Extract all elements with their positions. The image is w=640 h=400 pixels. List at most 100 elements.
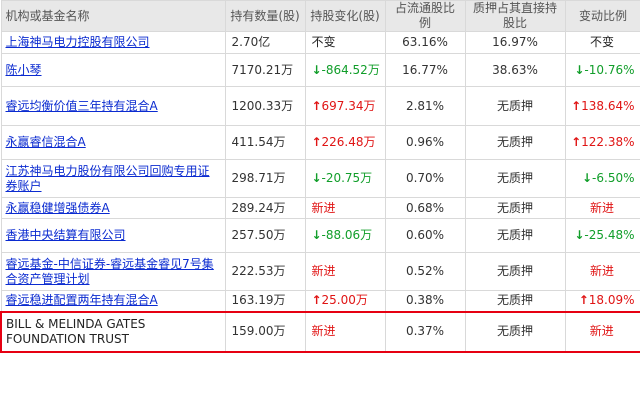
- share-change-value: 226.48万: [321, 135, 376, 149]
- share-change-value: 新进: [311, 324, 336, 338]
- pledge-ratio-cell: 无质押: [464, 86, 566, 126]
- holder-name-cell: 上海神马电力控股有限公司: [0, 31, 226, 54]
- table-header-row: 机构或基金名称 持有数量(股) 持股变化(股) 占流通股比例 质押占其直接持股比…: [0, 0, 640, 32]
- share-change-value: 697.34万: [321, 98, 376, 113]
- shares-held-cell: 257.50万: [224, 218, 306, 253]
- holder-name-cell: 江苏神马电力股份有限公司回购专用证券账户: [0, 159, 226, 198]
- change-ratio-cell: ↑122.38%: [564, 125, 640, 160]
- arrow-down-icon: ↓: [574, 62, 585, 77]
- change-ratio-value: 不变: [589, 35, 614, 49]
- shares-held-cell: 163.19万: [224, 290, 306, 312]
- holder-name-cell: 香港中央结算有限公司: [0, 218, 226, 253]
- float-ratio-cell: 2.81%: [384, 86, 466, 126]
- arrow-down-icon: ↓: [311, 228, 322, 242]
- holder-name-link[interactable]: 上海神马电力控股有限公司: [6, 35, 150, 49]
- change-ratio-cell: 新进: [564, 252, 640, 291]
- change-ratio-cell: 不变: [564, 31, 640, 54]
- pledge-ratio-cell: 无质押: [464, 197, 566, 219]
- holder-name-link[interactable]: 香港中央结算有限公司: [6, 228, 126, 242]
- change-ratio-cell: ↑18.09%: [564, 290, 640, 312]
- holder-name-link[interactable]: 睿远均衡价值三年持有混合A: [6, 99, 158, 113]
- table-row: 上海神马电力控股有限公司 2.70亿 不变 63.16% 16.97% 不变: [0, 31, 640, 54]
- table-body: 上海神马电力控股有限公司 2.70亿 不变 63.16% 16.97% 不变 陈小琴 7170…: [0, 31, 640, 353]
- share-change-value: -20.75万: [321, 171, 373, 185]
- pledge-ratio-cell: 无质押: [464, 218, 566, 253]
- shares-held-cell: 7170.21万: [224, 53, 306, 87]
- shareholder-table: 机构或基金名称 持有数量(股) 持股变化(股) 占流通股比例 质押占其直接持股比…: [0, 0, 640, 353]
- arrow-up-icon: ↑: [571, 98, 582, 113]
- float-ratio-cell: 0.37%: [384, 310, 466, 353]
- share-change-value: 不变: [311, 35, 336, 49]
- change-ratio-cell: ↓-25.48%: [564, 218, 640, 253]
- share-change-cell: 新进: [304, 197, 386, 219]
- pledge-ratio-cell: 无质押: [464, 290, 566, 312]
- shares-held-cell: 289.24万: [224, 197, 306, 219]
- holder-name-cell: 睿远均衡价值三年持有混合A: [0, 86, 226, 126]
- float-ratio-cell: 16.77%: [384, 53, 466, 87]
- float-ratio-cell: 0.60%: [384, 218, 466, 253]
- arrow-up-icon: ↑: [578, 293, 589, 308]
- holder-name-link[interactable]: 陈小琴: [6, 63, 42, 77]
- pledge-ratio-cell: 无质押: [464, 125, 566, 160]
- arrow-up-icon: ↑: [311, 293, 322, 308]
- change-ratio-value: 18.09%: [588, 293, 635, 308]
- holder-name-link[interactable]: 睿远稳进配置两年持有混合A: [6, 293, 158, 307]
- holder-name-link[interactable]: 永赢稳健增强债券A: [6, 201, 110, 215]
- table-row: 陈小琴 7170.21万 ↓-864.52万 16.77% 38.63% ↓-10.76%: [0, 53, 640, 87]
- change-ratio-cell: ↑138.64%: [564, 86, 640, 126]
- share-change-cell: 新进: [304, 252, 386, 291]
- column-header-shares: 持有数量(股): [224, 0, 306, 32]
- share-change-cell: ↓-20.75万: [304, 159, 386, 198]
- arrow-up-icon: ↑: [311, 135, 322, 149]
- arrow-up-icon: ↑: [311, 98, 322, 113]
- holder-name-cell: 陈小琴: [0, 53, 226, 87]
- table-row: 江苏神马电力股份有限公司回购专用证券账户 298.71万 ↓-20.75万 0.70%…: [0, 159, 640, 198]
- float-ratio-cell: 0.38%: [384, 290, 466, 312]
- arrow-down-icon: ↓: [311, 171, 322, 185]
- change-ratio-value: 新进: [589, 324, 614, 338]
- share-change-cell: ↑25.00万: [304, 290, 386, 312]
- change-ratio-value: 122.38%: [581, 135, 635, 149]
- holder-name-cell: 永赢稳健增强债券A: [0, 197, 226, 219]
- shares-held-cell: 411.54万: [224, 125, 306, 160]
- table-row: 睿远基金-中信证券-睿远基金睿见7号集合资产管理计划 222.53万 新进 0.52%…: [0, 252, 640, 291]
- arrow-down-icon: ↓: [582, 171, 593, 185]
- column-header-change: 持股变化(股): [304, 0, 386, 32]
- column-header-institution: 机构或基金名称: [0, 0, 226, 32]
- share-change-cell: 新进: [304, 310, 386, 353]
- table-row: 睿远均衡价值三年持有混合A 1200.33万 ↑697.34万 2.81% 无质押 ↑13…: [0, 86, 640, 126]
- share-change-value: 25.00万: [321, 293, 368, 308]
- change-ratio-value: 新进: [589, 264, 614, 278]
- shares-held-cell: 159.00万: [224, 310, 306, 353]
- change-ratio-cell: 新进: [564, 197, 640, 219]
- float-ratio-cell: 0.70%: [384, 159, 466, 198]
- share-change-cell: ↑697.34万: [304, 86, 386, 126]
- table-row: 永赢睿信混合A 411.54万 ↑226.48万 0.96% 无质押 ↑122.38%: [0, 125, 640, 160]
- float-ratio-cell: 63.16%: [384, 31, 466, 54]
- change-ratio-cell: ↓-6.50%: [564, 159, 640, 198]
- change-ratio-cell: ↓-10.76%: [564, 53, 640, 87]
- pledge-ratio-cell: 38.63%: [464, 53, 566, 87]
- share-change-cell: ↓-88.06万: [304, 218, 386, 253]
- table-row: 香港中央结算有限公司 257.50万 ↓-88.06万 0.60% 无质押 ↓-25.48…: [0, 218, 640, 253]
- float-ratio-cell: 0.52%: [384, 252, 466, 291]
- holder-name-link[interactable]: 江苏神马电力股份有限公司回购专用证券账户: [6, 164, 210, 193]
- holder-name-cell: 睿远基金-中信证券-睿远基金睿见7号集合资产管理计划: [0, 252, 226, 291]
- holder-name-cell: 睿远稳进配置两年持有混合A: [0, 290, 226, 312]
- holder-name-text: BILL & MELINDA GATES FOUNDATION TRUST: [6, 316, 146, 346]
- float-ratio-cell: 0.96%: [384, 125, 466, 160]
- holder-name-link[interactable]: 永赢睿信混合A: [6, 135, 86, 149]
- share-change-value: 新进: [311, 200, 336, 215]
- pledge-ratio-cell: 无质押: [464, 310, 566, 353]
- table-row: 永赢稳健增强债券A 289.24万 新进 0.68% 无质押 新进: [0, 197, 640, 219]
- holder-name-cell: 永赢睿信混合A: [0, 125, 226, 160]
- column-header-pledge-ratio: 质押占其直接持股比: [464, 0, 566, 32]
- change-ratio-value: -10.76%: [584, 62, 635, 77]
- change-ratio-value: -25.48%: [584, 228, 635, 242]
- share-change-cell: ↑226.48万: [304, 125, 386, 160]
- holder-name-link[interactable]: 睿远基金-中信证券-睿远基金睿见7号集合资产管理计划: [6, 257, 214, 286]
- change-ratio-cell: 新进: [564, 310, 640, 353]
- change-ratio-value: 新进: [589, 200, 614, 215]
- column-header-change-ratio: 变动比例: [564, 0, 640, 32]
- arrow-up-icon: ↑: [571, 135, 582, 149]
